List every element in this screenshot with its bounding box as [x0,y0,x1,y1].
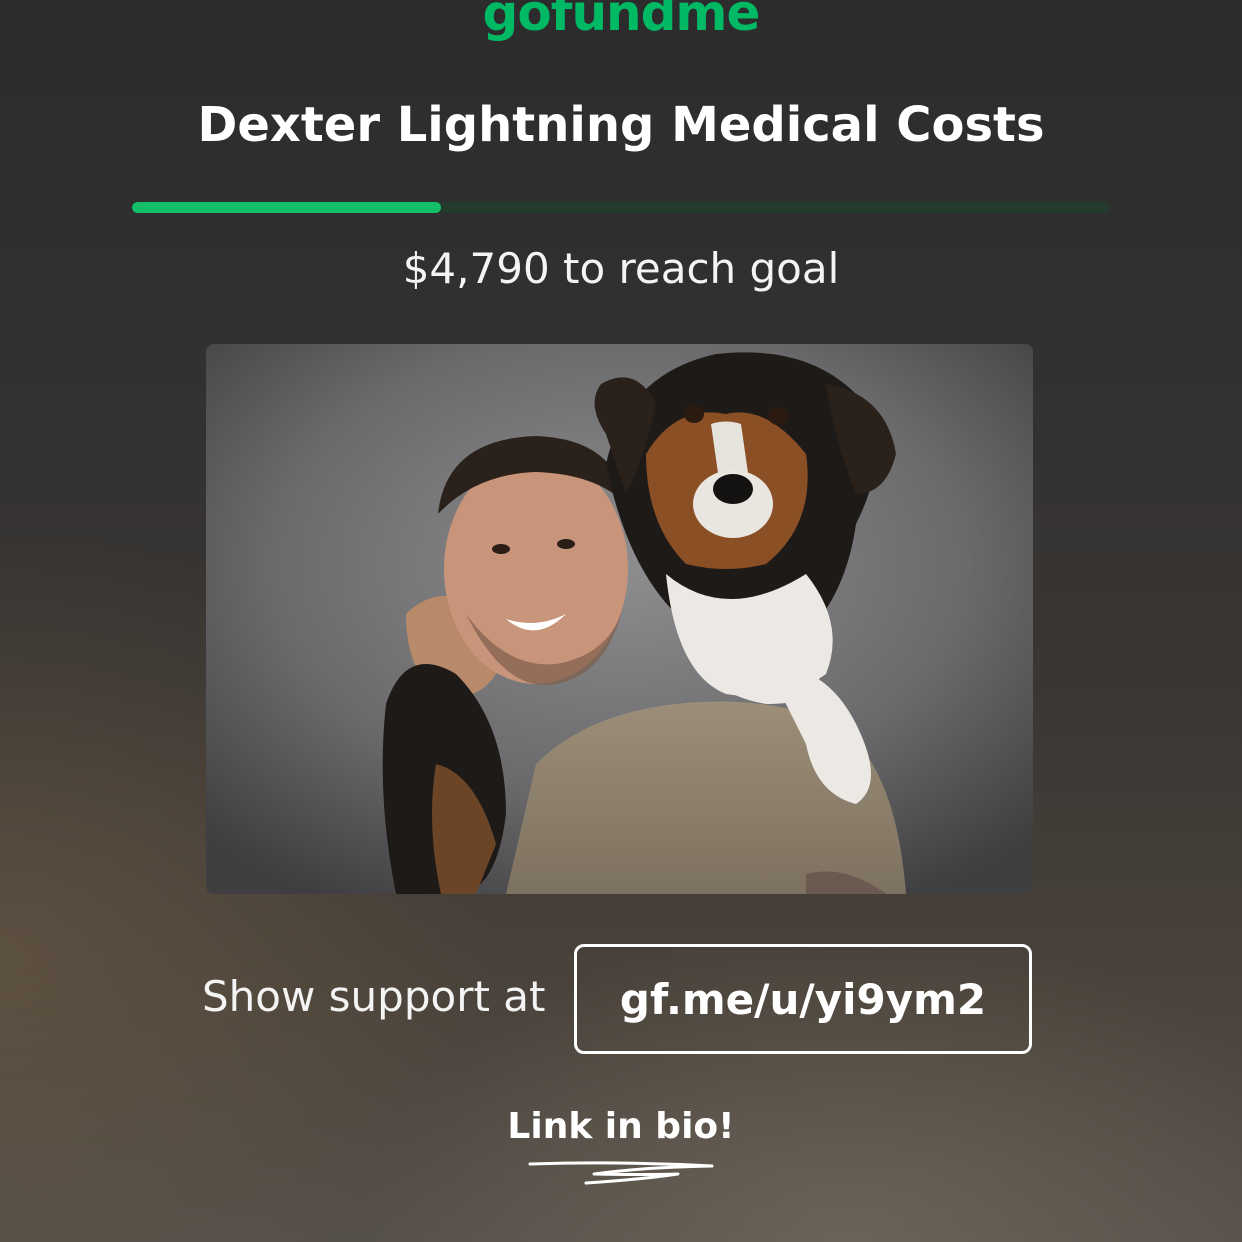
campaign-link-button[interactable]: gf.me/u/yi9ym2 [574,944,1032,1054]
man-with-dog-illustration [206,344,1033,894]
support-label: Show support at [202,972,546,1021]
campaign-title: Dexter Lightning Medical Costs [197,97,1045,153]
campaign-photo [206,344,1033,894]
amount-remaining: $4,790 to reach goal [402,244,840,293]
progress-bar [132,202,1110,213]
support-row: Show support at gf.me/u/yi9ym2 [0,944,1242,1054]
underline-scribble-icon [528,1161,714,1185]
gofundme-logo: gofundme [482,0,761,42]
progress-fill [132,202,442,213]
link-in-bio-text: Link in bio! [507,1106,735,1147]
